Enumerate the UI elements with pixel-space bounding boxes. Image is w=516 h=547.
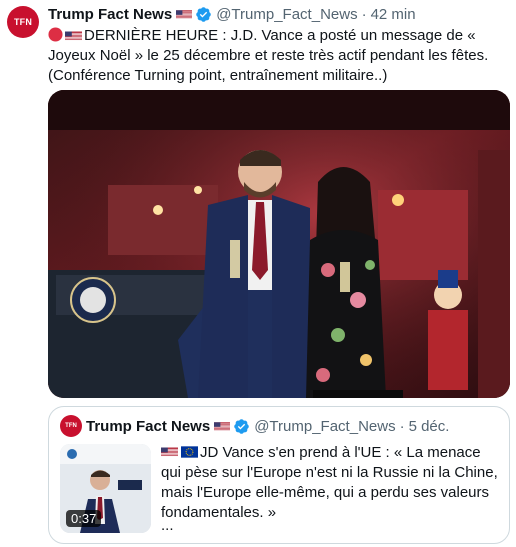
us-flag-icon bbox=[214, 421, 231, 431]
us-flag-icon bbox=[65, 31, 82, 41]
quoted-tweet-text: JD Vance s'en prend à l'UE : « La menace… bbox=[161, 444, 498, 521]
quoted-post-time: 5 déc. bbox=[408, 417, 450, 435]
verified-badge-icon[interactable] bbox=[195, 6, 212, 23]
tweet-header: Trump Fact News @Trump_Fact_News · 42 mi… bbox=[48, 4, 416, 24]
video-duration: 0:37 bbox=[66, 510, 102, 527]
verified-badge-icon bbox=[234, 418, 249, 434]
quoted-separator-dot: · bbox=[399, 417, 405, 435]
separator-dot: · bbox=[361, 5, 367, 23]
quoted-tweet-ellipsis: ... bbox=[161, 517, 174, 534]
eu-flag-icon bbox=[181, 446, 198, 458]
quoted-tweet[interactable]: TFN Trump Fact News @Trump_Fact_News · 5… bbox=[48, 406, 510, 544]
us-flag-icon bbox=[176, 9, 193, 19]
quoted-author-avatar: TFN bbox=[60, 415, 82, 437]
quoted-tweet-body: JD Vance s'en prend à l'UE : « La menace… bbox=[161, 443, 501, 523]
red-circle-icon bbox=[48, 27, 63, 42]
photo-scene bbox=[48, 90, 510, 398]
quoted-video-thumbnail[interactable]: 0:37 bbox=[60, 444, 151, 533]
quoted-tweet-header: Trump Fact News @Trump_Fact_News · 5 déc… bbox=[86, 415, 449, 437]
author-name[interactable]: Trump Fact News bbox=[48, 6, 172, 23]
tweet-text: DERNIÈRE HEURE : J.D. Vance a posté un m… bbox=[48, 27, 489, 84]
quoted-avatar-logo-text: TFN bbox=[65, 423, 77, 429]
avatar-logo-text: TFN bbox=[13, 17, 33, 27]
author-handle[interactable]: @Trump_Fact_News bbox=[216, 6, 357, 23]
quoted-author-handle: @Trump_Fact_News bbox=[254, 417, 396, 435]
tweet-photo[interactable] bbox=[48, 90, 510, 398]
author-avatar[interactable]: TFN bbox=[7, 6, 39, 38]
quoted-author-name: Trump Fact News bbox=[86, 417, 211, 435]
tweet[interactable]: TFN Trump Fact News @Trump_Fact_News · 4… bbox=[0, 0, 516, 547]
us-flag-icon bbox=[161, 447, 178, 457]
tweet-body: DERNIÈRE HEURE : J.D. Vance a posté un m… bbox=[48, 26, 508, 86]
post-time[interactable]: 42 min bbox=[371, 6, 416, 23]
